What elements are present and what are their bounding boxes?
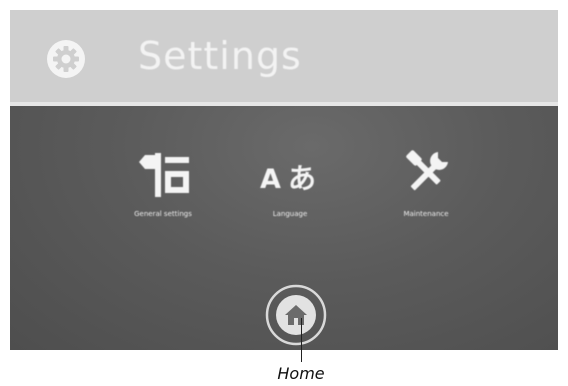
page-title: Settings [138,34,302,78]
settings-header: Settings [10,10,558,106]
home-callout-line [301,318,302,362]
language-glyph-latin: A [260,164,281,195]
signpost-icon [139,153,189,197]
gear-icon [47,40,85,78]
menu-item-label: General settings [134,210,192,218]
home-button[interactable] [265,284,327,346]
menu-item-maintenance[interactable]: Maintenance [371,140,481,240]
menu-item-label: Language [272,210,308,218]
settings-screen: Settings General settings A あ Language M… [10,10,558,350]
menu-item-label: Maintenance [403,210,449,218]
menu-item-general-settings[interactable]: General settings [108,140,218,240]
language-glyph-japanese: あ [288,162,316,195]
home-callout-label: Home [277,364,325,383]
menu-item-language[interactable]: A あ Language [235,140,345,240]
tools-icon [406,150,448,191]
language-icon: A あ [260,162,316,195]
